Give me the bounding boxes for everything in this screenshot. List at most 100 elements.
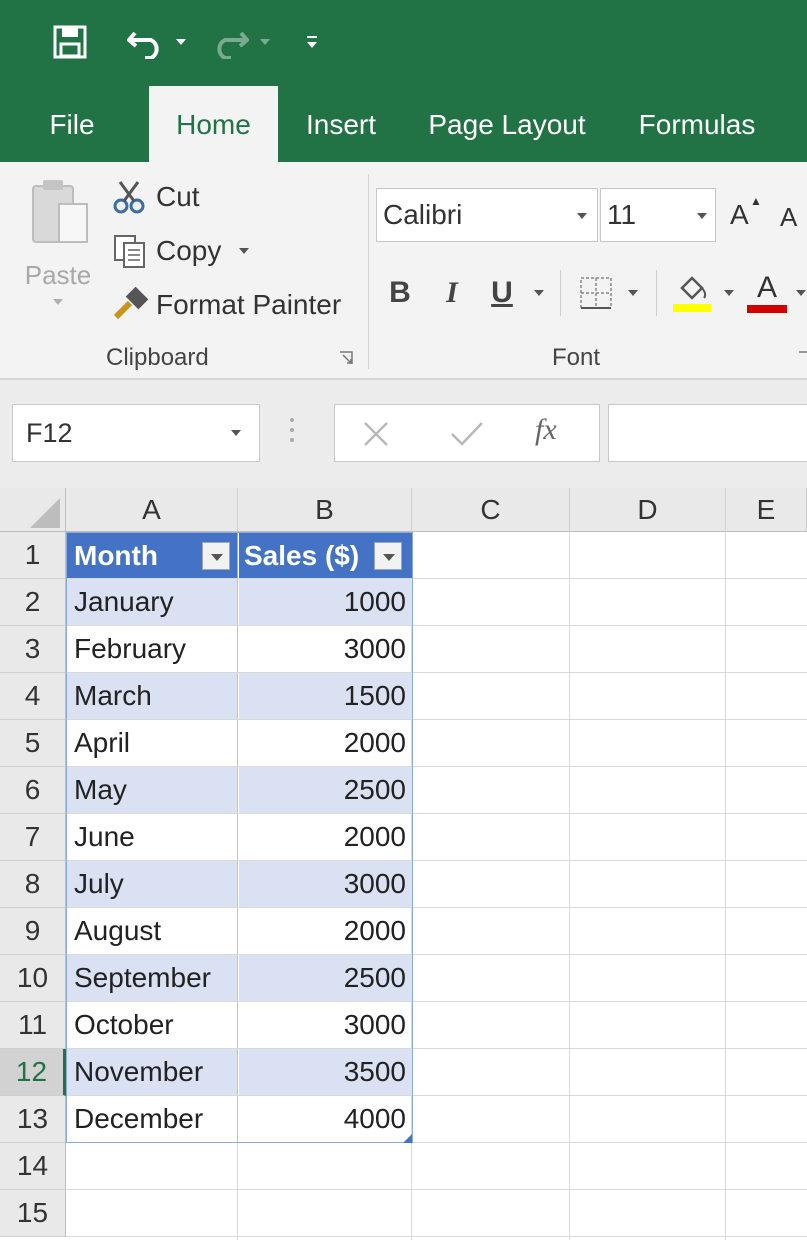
row-header-4[interactable]: 4 (0, 673, 66, 720)
paste-dropdown-icon[interactable] (53, 299, 63, 305)
decrease-font-size-button[interactable]: A (780, 194, 797, 240)
table-cell-sales[interactable]: 4000 (239, 1096, 412, 1142)
row-header-2[interactable]: 2 (0, 579, 66, 626)
table-cell-sales[interactable]: 1500 (239, 673, 412, 719)
underline-button[interactable]: U (484, 268, 520, 318)
table-cell-sales[interactable]: 3000 (239, 1002, 412, 1048)
tab-home[interactable]: Home (149, 86, 278, 162)
bold-button[interactable]: B (380, 268, 420, 318)
customize-qat-icon[interactable] (300, 22, 324, 62)
table-cell-month[interactable]: April (67, 720, 238, 766)
row-header-1[interactable]: 1 (0, 532, 66, 579)
underline-dropdown-icon[interactable] (534, 290, 544, 296)
row-header-12[interactable]: 12 (0, 1049, 66, 1096)
decrease-font-size-icon: A (780, 201, 798, 232)
copy-dropdown-icon[interactable] (239, 248, 250, 254)
borders-dropdown-icon[interactable] (628, 290, 638, 296)
select-all-button[interactable] (0, 488, 66, 532)
table-cell-month[interactable]: November (67, 1049, 238, 1095)
italic-button[interactable]: I (434, 268, 470, 318)
tab-file[interactable]: File (28, 86, 116, 162)
table-cell-month[interactable]: September (67, 955, 238, 1001)
table-resize-handle[interactable] (403, 1134, 412, 1143)
sales-filter-button[interactable] (374, 542, 402, 570)
insert-function-button[interactable]: fx (535, 413, 557, 447)
tab-insert[interactable]: Insert (292, 86, 390, 162)
font-color-button[interactable]: A (744, 268, 790, 318)
font-color-dropdown-icon[interactable] (796, 290, 806, 296)
name-box-value: F12 (26, 417, 73, 448)
row-header-13[interactable]: 13 (0, 1096, 66, 1143)
formula-bar-grip-icon[interactable] (290, 418, 296, 448)
paste-button[interactable]: Paste (18, 176, 98, 336)
redo-icon[interactable] (206, 22, 252, 62)
table-cell-month[interactable]: June (67, 814, 238, 860)
title-bar (0, 0, 807, 86)
row-header-5[interactable]: 5 (0, 720, 66, 767)
format-painter-icon (113, 287, 149, 320)
table-cell-month[interactable]: October (67, 1002, 238, 1048)
borders-button[interactable] (576, 268, 616, 318)
table-cell-month[interactable]: July (67, 861, 238, 907)
cut-button[interactable]: Cut (112, 174, 200, 220)
table-cell-sales[interactable]: 2500 (239, 767, 412, 813)
row-header-7[interactable]: 7 (0, 814, 66, 861)
row-header-6[interactable]: 6 (0, 767, 66, 814)
table-cell-month[interactable]: January (67, 579, 238, 625)
column-header-a[interactable]: A (66, 488, 238, 532)
table-cell-month[interactable]: August (67, 908, 238, 954)
table-cell-sales[interactable]: 3000 (239, 861, 412, 907)
row-header-14[interactable]: 14 (0, 1143, 66, 1190)
row-header-15[interactable]: 15 (0, 1190, 66, 1237)
table-cell-sales[interactable]: 2500 (239, 955, 412, 1001)
save-icon[interactable] (48, 22, 92, 62)
font-dialog-launcher-icon[interactable] (797, 350, 807, 368)
table-cell-month[interactable]: March (67, 673, 238, 719)
name-box[interactable]: F12 (12, 404, 260, 462)
undo-dropdown-icon[interactable] (172, 22, 190, 62)
gridline (569, 532, 570, 1240)
fill-color-dropdown-icon[interactable] (724, 290, 734, 296)
font-size-dropdown[interactable]: 11 (600, 188, 716, 242)
dialog-launcher-icon[interactable] (338, 350, 356, 368)
undo-icon[interactable] (122, 22, 172, 62)
row-header-10[interactable]: 10 (0, 955, 66, 1002)
formula-buttons: fx (334, 404, 600, 462)
fill-color-swatch (673, 304, 711, 312)
copy-label: Copy (156, 235, 222, 266)
fill-color-button[interactable] (670, 268, 714, 318)
month-filter-button[interactable] (202, 542, 230, 570)
tab-formulas[interactable]: Formulas (624, 86, 770, 162)
gridline (66, 1189, 807, 1190)
column-header-e[interactable]: E (726, 488, 807, 532)
table-cell-month[interactable]: December (67, 1096, 238, 1142)
check-icon[interactable] (449, 419, 485, 449)
copy-button[interactable]: Copy (112, 228, 250, 274)
table-cell-sales[interactable]: 3500 (239, 1049, 412, 1095)
table-cell-month[interactable]: February (67, 626, 238, 672)
font-name-dropdown[interactable]: Calibri (376, 188, 598, 242)
table-cell-month[interactable]: May (67, 767, 238, 813)
table-cell-sales[interactable]: 3000 (239, 626, 412, 672)
increase-font-size-button[interactable]: A ▲ (730, 192, 762, 238)
font-size-chevron-down-icon (697, 213, 707, 219)
tab-page-layout[interactable]: Page Layout (414, 86, 600, 162)
table-cell-sales[interactable]: 2000 (239, 814, 412, 860)
name-box-chevron-down-icon (231, 430, 241, 436)
column-header-d[interactable]: D (570, 488, 726, 532)
row-header-9[interactable]: 9 (0, 908, 66, 955)
format-painter-button[interactable]: Format Painter (112, 282, 341, 328)
column-header-c[interactable]: C (412, 488, 570, 532)
formula-input[interactable] (608, 404, 807, 462)
column-header-b[interactable]: B (238, 488, 412, 532)
paste-icon (32, 180, 88, 243)
row-header-8[interactable]: 8 (0, 861, 66, 908)
worksheet-grid[interactable]: ABCDE 1 2 3 4 5 6 7 8 9 10 11 12 13 14 15 Month Sales (… (0, 488, 807, 1240)
row-header-3[interactable]: 3 (0, 626, 66, 673)
table-cell-sales[interactable]: 2000 (239, 908, 412, 954)
cancel-icon[interactable] (361, 419, 391, 449)
row-header-11[interactable]: 11 (0, 1002, 66, 1049)
table-cell-sales[interactable]: 1000 (239, 579, 412, 625)
table-cell-sales[interactable]: 2000 (239, 720, 412, 766)
redo-dropdown-icon[interactable] (256, 22, 274, 62)
